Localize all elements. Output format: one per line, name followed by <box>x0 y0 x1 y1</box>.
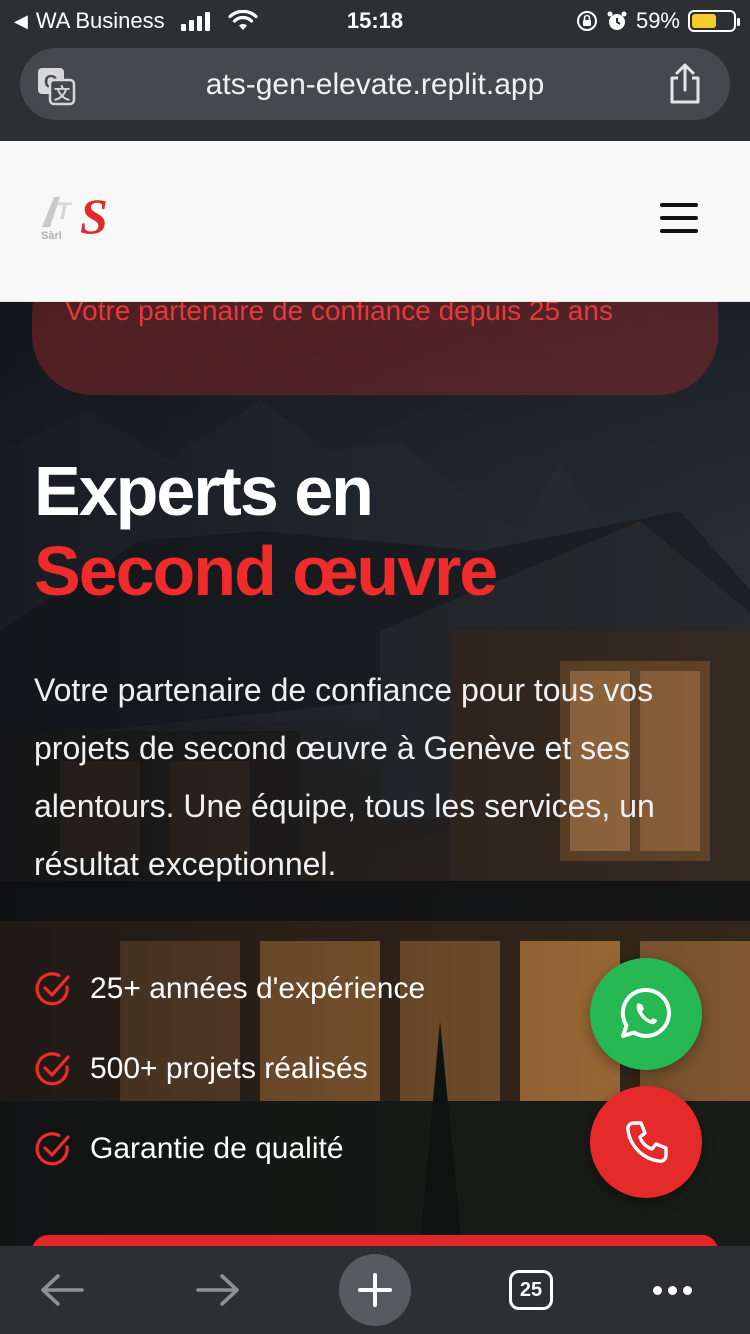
forward-button[interactable] <box>186 1246 250 1334</box>
feature-list: 25+ années d'expérience 500+ projets réa… <box>34 949 425 1189</box>
more-icon <box>650 1285 695 1295</box>
browser-address-area: G 文 ats-gen-elevate.replit.app <box>0 42 750 141</box>
battery-icon <box>688 10 740 32</box>
hero-description: Votre partenaire de confiance pour tous … <box>34 672 655 882</box>
browser-toolbar: 25 <box>0 1246 750 1334</box>
hero-badge-text: Votre partenaire de confiance depuis 25 … <box>65 301 613 326</box>
svg-text:Sàrl: Sàrl <box>41 230 62 242</box>
forward-arrow-icon <box>196 1274 239 1306</box>
share-icon[interactable] <box>666 62 704 106</box>
url-text[interactable]: ats-gen-elevate.replit.app <box>20 68 730 102</box>
status-right: 59% <box>576 8 740 34</box>
svg-text:S: S <box>80 189 108 244</box>
alarm-icon <box>607 11 627 30</box>
whatsapp-icon <box>620 987 671 1038</box>
battery-percent: 59% <box>635 8 680 33</box>
more-button[interactable] <box>640 1246 704 1334</box>
rotation-lock-icon <box>576 11 597 31</box>
site-header: T Sàrl S <box>0 141 750 302</box>
feature-label: 500+ projets réalisés <box>90 1052 368 1085</box>
back-button[interactable] <box>30 1246 94 1334</box>
tabs-icon: 25 <box>509 1270 553 1310</box>
svg-text:T: T <box>56 198 73 225</box>
feature-item: 500+ projets réalisés <box>34 1029 425 1109</box>
battery-level <box>692 14 716 28</box>
address-bar[interactable]: G 文 ats-gen-elevate.replit.app <box>20 48 730 120</box>
phone-icon <box>626 1121 668 1163</box>
back-arrow-icon <box>41 1274 84 1306</box>
tabs-button[interactable]: 25 <box>505 1246 557 1334</box>
plus-icon <box>358 1273 392 1307</box>
feature-item: Garantie de qualité <box>34 1109 425 1189</box>
feature-label: 25+ années d'expérience <box>90 972 426 1005</box>
check-circle-icon <box>35 1132 70 1166</box>
hamburger-menu-icon[interactable] <box>660 203 698 233</box>
check-circle-icon <box>35 972 70 1006</box>
whatsapp-button[interactable] <box>590 958 702 1070</box>
feature-item: 25+ années d'expérience <box>34 949 425 1029</box>
ats-logo[interactable]: T Sàrl S <box>38 189 128 249</box>
status-bar: ◀ WA Business 15:18 59% <box>0 0 750 42</box>
new-tab-button[interactable] <box>339 1254 411 1326</box>
call-button[interactable] <box>590 1086 702 1198</box>
hero-title-line2: Second œuvre <box>34 532 498 610</box>
hero-cta-button[interactable] <box>32 1235 718 1246</box>
feature-label: Garantie de qualité <box>90 1132 344 1165</box>
check-circle-icon <box>35 1052 70 1086</box>
hero-title-line1: Experts en <box>34 452 374 530</box>
